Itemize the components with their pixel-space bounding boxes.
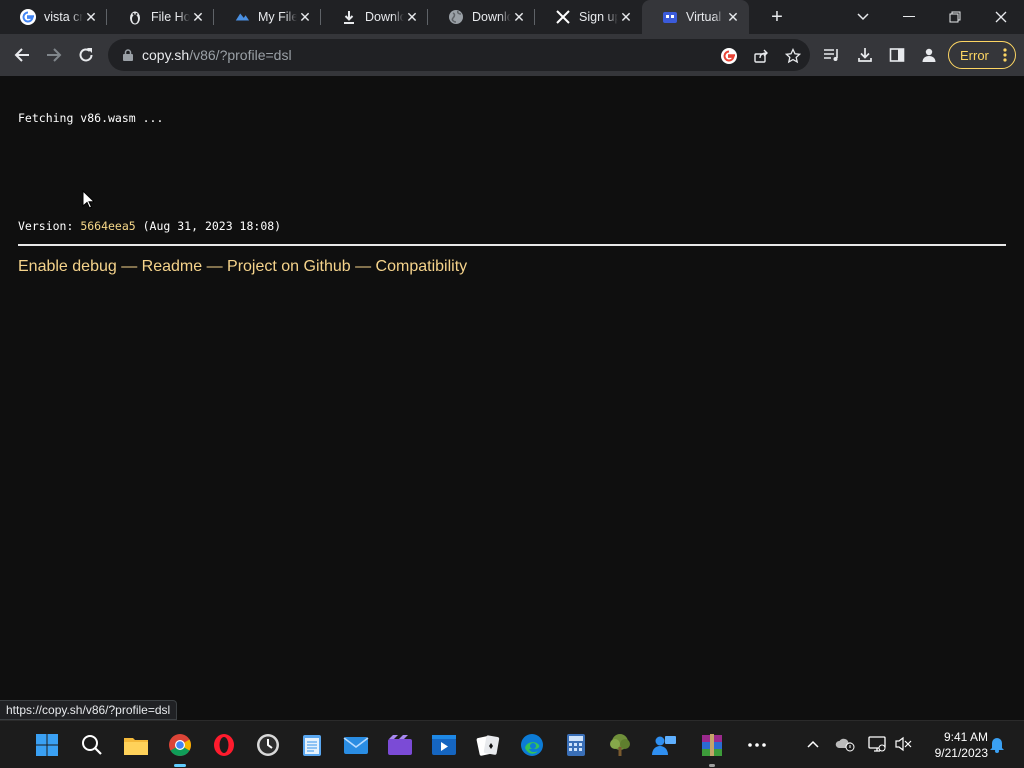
tab-file-host[interactable]: File Hos ✕ bbox=[107, 0, 214, 34]
globe-icon bbox=[448, 9, 464, 25]
link-separator: — bbox=[350, 258, 376, 275]
back-icon[interactable] bbox=[7, 40, 37, 70]
bookmark-star-icon[interactable] bbox=[784, 47, 802, 65]
clipchamp-icon[interactable] bbox=[386, 731, 414, 759]
tab-title: File Hos bbox=[151, 10, 190, 24]
share-icon[interactable] bbox=[752, 47, 770, 65]
movies-icon[interactable] bbox=[430, 731, 458, 759]
tab-title: Sign up bbox=[579, 10, 618, 24]
tab-search-icon[interactable] bbox=[840, 0, 886, 34]
opera-icon[interactable] bbox=[210, 731, 238, 759]
search-icon[interactable] bbox=[78, 731, 106, 759]
tab-virtual[interactable]: Virtual ✕ bbox=[642, 0, 749, 34]
readme-link[interactable]: Readme bbox=[142, 258, 202, 275]
chrome-icon[interactable] bbox=[166, 731, 194, 767]
tab-download-2[interactable]: Downlo ✕ bbox=[428, 0, 535, 34]
mail-icon[interactable] bbox=[342, 731, 370, 759]
edge-icon[interactable] bbox=[518, 731, 546, 759]
address-bar[interactable]: copy.sh/v86/?profile=dsl bbox=[108, 39, 810, 71]
footer-links: Enable debug — Readme — Project on Githu… bbox=[18, 258, 467, 276]
close-icon[interactable]: ✕ bbox=[297, 9, 313, 25]
tab-vista[interactable]: vista cm ✕ bbox=[0, 0, 107, 34]
calculator-icon[interactable] bbox=[562, 731, 590, 759]
onedrive-icon[interactable] bbox=[834, 733, 856, 755]
browser-toolbar: copy.sh/v86/?profile=dsl Error bbox=[0, 34, 1024, 76]
x-logo-icon bbox=[555, 9, 571, 25]
reload-icon[interactable] bbox=[71, 40, 101, 70]
new-tab-button[interactable]: + bbox=[765, 5, 789, 29]
kebab-menu-icon[interactable] bbox=[1003, 47, 1007, 66]
version-date: (Aug 31, 2023 18:08) bbox=[135, 219, 282, 233]
url-path: /v86/?profile=dsl bbox=[189, 47, 292, 63]
tab-title: Downlo bbox=[365, 10, 404, 24]
clock-app-icon[interactable] bbox=[254, 731, 282, 759]
github-link[interactable]: Project on Github bbox=[227, 258, 351, 275]
forward-icon[interactable] bbox=[39, 40, 69, 70]
lock-icon[interactable] bbox=[120, 47, 136, 63]
enable-debug-link[interactable]: Enable debug bbox=[18, 258, 117, 275]
close-icon[interactable]: ✕ bbox=[511, 9, 527, 25]
side-panel-icon[interactable] bbox=[882, 40, 912, 70]
volume-muted-icon[interactable] bbox=[892, 733, 914, 755]
close-icon[interactable]: ✕ bbox=[725, 9, 741, 25]
google-icon bbox=[20, 9, 36, 25]
tab-title: Downlo bbox=[472, 10, 511, 24]
tab-title: My Files bbox=[258, 10, 297, 24]
compatibility-link[interactable]: Compatibility bbox=[376, 258, 468, 275]
tab-title: Virtual bbox=[686, 10, 722, 24]
linux-tux-icon bbox=[127, 9, 143, 25]
url-host: copy.sh bbox=[142, 47, 190, 63]
link-separator: — bbox=[202, 258, 228, 275]
downloads-icon[interactable] bbox=[850, 40, 880, 70]
notification-bell-icon[interactable] bbox=[986, 733, 1008, 755]
tab-my-files[interactable]: My Files ✕ bbox=[214, 0, 321, 34]
tab-strip: vista cm ✕ File Hos ✕ My Files ✕ Downlo … bbox=[0, 0, 1024, 34]
clock-date: 9/21/2023 bbox=[934, 746, 988, 760]
people-app-icon[interactable] bbox=[650, 731, 678, 759]
tab-title: vista cm bbox=[44, 10, 83, 24]
error-button[interactable]: Error bbox=[948, 41, 1016, 69]
v86-icon bbox=[662, 9, 678, 25]
chevron-up-icon[interactable] bbox=[802, 733, 824, 755]
media-queue-icon[interactable] bbox=[817, 40, 847, 70]
mouse-pointer-icon bbox=[82, 189, 96, 214]
taskbar: 9:41 AM 9/21/2023 bbox=[0, 720, 1024, 768]
page-content: Fetching v86.wasm ... Version: 5664eea5 … bbox=[0, 76, 1024, 720]
network-icon[interactable] bbox=[866, 733, 888, 755]
more-icon[interactable] bbox=[743, 731, 771, 759]
divider bbox=[18, 244, 1006, 246]
clock-time: 9:41 AM bbox=[943, 730, 988, 744]
close-icon[interactable]: ✕ bbox=[83, 9, 99, 25]
cloud-icon bbox=[234, 9, 250, 25]
notepad-icon[interactable] bbox=[298, 731, 326, 759]
profile-icon[interactable] bbox=[914, 40, 944, 70]
tree-app-icon[interactable] bbox=[606, 731, 634, 759]
start-icon[interactable] bbox=[33, 731, 61, 759]
minimize-icon[interactable] bbox=[886, 0, 932, 34]
taskbar-clock[interactable]: 9:41 AM 9/21/2023 bbox=[918, 729, 988, 761]
close-icon[interactable]: ✕ bbox=[190, 9, 206, 25]
version-line: Version: 5664eea5 (Aug 31, 2023 18:08) bbox=[18, 219, 281, 233]
version-hash-link[interactable]: 5664eea5 bbox=[80, 219, 135, 233]
fetching-status: Fetching v86.wasm ... bbox=[18, 111, 164, 125]
link-separator: — bbox=[116, 258, 142, 275]
close-icon[interactable]: ✕ bbox=[618, 9, 634, 25]
error-label: Error bbox=[960, 47, 989, 63]
tab-sign-up[interactable]: Sign up ✕ bbox=[535, 0, 642, 34]
version-label: Version: bbox=[18, 219, 81, 233]
window-close-icon[interactable] bbox=[978, 0, 1024, 34]
download-icon bbox=[341, 9, 357, 25]
restore-icon[interactable] bbox=[932, 0, 978, 34]
solitaire-icon[interactable] bbox=[474, 731, 502, 759]
tab-download-1[interactable]: Downlo ✕ bbox=[321, 0, 428, 34]
file-explorer-icon[interactable] bbox=[122, 731, 150, 759]
url-text: copy.sh/v86/?profile=dsl bbox=[142, 47, 292, 63]
close-icon[interactable]: ✕ bbox=[404, 9, 420, 25]
link-status-bar: https://copy.sh/v86/?profile=dsl bbox=[0, 700, 178, 720]
google-lens-icon[interactable] bbox=[720, 47, 738, 65]
winrar-icon[interactable] bbox=[698, 731, 726, 767]
